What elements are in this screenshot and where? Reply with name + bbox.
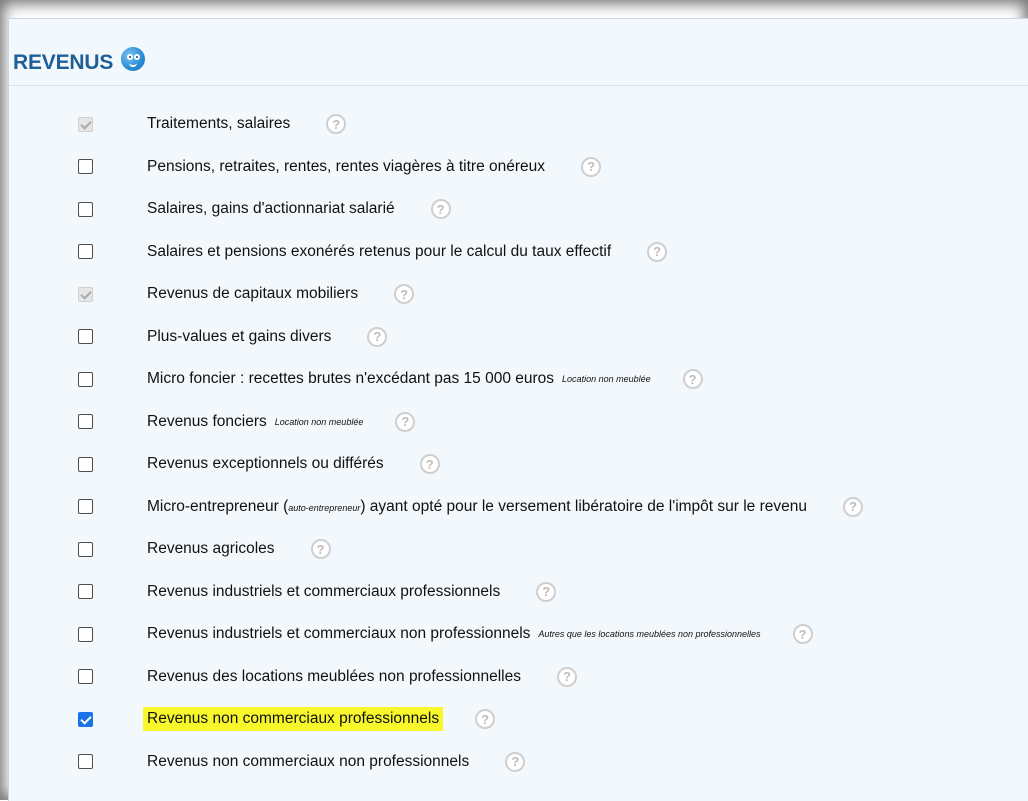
checkbox-unchecked[interactable] (78, 754, 93, 769)
checkbox-disabled-checked (78, 116, 93, 132)
help-icon[interactable]: ? (475, 709, 496, 729)
checkbox-disabled-checked (78, 286, 93, 302)
checkbox-unchecked[interactable] (78, 499, 93, 514)
help-icon[interactable]: ? (682, 369, 703, 389)
checkbox-label[interactable]: Revenus de capitaux mobiliers (143, 282, 362, 306)
checkbox-label[interactable]: Salaires, gains d'actionnariat salarié (143, 197, 399, 221)
checklist-row[interactable]: Salaires et pensions exonérés retenus po… (9, 238, 1028, 266)
label-note: Location non meublée (562, 374, 651, 384)
help-icon[interactable]: ? (556, 666, 577, 687)
checkbox-unchecked[interactable] (78, 414, 93, 429)
help-icon[interactable]: ? (536, 581, 557, 602)
checklist-row[interactable]: Revenus non commerciaux non professionne… (9, 748, 1028, 776)
row-label-group: Micro foncier : recettes brutes n'excéda… (143, 367, 703, 391)
label-note: Autres que les locations meublées non pr… (538, 629, 761, 639)
checkbox-label[interactable]: Traitements, salaires (143, 112, 294, 136)
help-icon[interactable]: ? (581, 156, 602, 177)
checkbox-label[interactable]: Revenus non commerciaux non professionne… (143, 750, 473, 774)
checkbox-label[interactable]: Revenus agricoles (143, 537, 279, 561)
row-label-group: Revenus fonciers Location non meublée? (143, 410, 416, 434)
help-icon[interactable]: ? (419, 454, 440, 474)
help-icon[interactable]: ? (505, 751, 526, 772)
revenus-panel: REVENUS Traitements, salaires? Pensions, … (8, 18, 1028, 801)
checklist-row[interactable]: Traitements, salaires? (9, 110, 1028, 138)
checkbox-label[interactable]: Revenus industriels et commerciaux profe… (143, 580, 504, 604)
window-frame: REVENUS Traitements, salaires? Pensions, … (0, 0, 1028, 801)
checkbox-unchecked[interactable] (78, 159, 93, 174)
label-part: ) ayant opté pour le versement libératoi… (360, 497, 808, 515)
checklist-row[interactable]: Revenus exceptionnels ou différés? (9, 450, 1028, 478)
checklist-row[interactable]: Revenus industriels et commerciaux non p… (9, 620, 1028, 648)
row-label-group: Revenus industriels et commerciaux profe… (143, 580, 557, 604)
help-icon[interactable]: ? (326, 114, 347, 134)
help-icon[interactable]: ? (430, 199, 451, 219)
row-label-group: Salaires, gains d'actionnariat salarié? (143, 197, 451, 221)
row-label-group: Plus-values et gains divers? (143, 325, 388, 349)
checkbox-unchecked[interactable] (78, 584, 93, 599)
row-label-group: Salaires et pensions exonérés retenus po… (143, 240, 668, 264)
row-label-group: Pensions, retraites, rentes, rentes viag… (143, 155, 602, 179)
row-label-group: Revenus industriels et commerciaux non p… (143, 622, 813, 646)
checkbox-unchecked[interactable] (78, 244, 93, 259)
checklist-row[interactable]: Revenus industriels et commerciaux profe… (9, 578, 1028, 606)
checklist-row[interactable]: Revenus des locations meublées non profe… (9, 663, 1028, 691)
checklist-row[interactable]: Micro-entrepreneur (auto-entrepreneur) a… (9, 493, 1028, 521)
row-label-group: Revenus non commerciaux professionnels? (143, 707, 496, 731)
checklist-row[interactable]: Revenus non commerciaux professionnels? (9, 705, 1028, 733)
row-label-group: Revenus non commerciaux non professionne… (143, 750, 526, 774)
checklist-row[interactable]: Revenus fonciers Location non meublée? (9, 408, 1028, 436)
row-label-group: Revenus exceptionnels ou différés? (143, 452, 440, 476)
checkbox-label[interactable]: Revenus fonciers (143, 410, 271, 434)
help-icon[interactable]: ? (843, 496, 864, 517)
checklist-row[interactable]: Salaires, gains d'actionnariat salarié? (9, 195, 1028, 223)
help-icon[interactable]: ? (367, 326, 388, 347)
checkbox-label[interactable]: Plus-values et gains divers (143, 325, 335, 349)
checkbox-unchecked[interactable] (78, 371, 93, 387)
row-label-group: Revenus des locations meublées non profe… (143, 665, 577, 689)
checkbox-unchecked[interactable] (78, 201, 93, 217)
row-label-group: Revenus agricoles? (143, 537, 331, 561)
checkbox-label[interactable]: Revenus non commerciaux professionnels (143, 707, 444, 731)
checkbox-unchecked[interactable] (78, 626, 93, 642)
checkbox-label[interactable]: Pensions, retraites, rentes, rentes viag… (143, 155, 549, 179)
help-icon[interactable]: ? (395, 411, 416, 432)
label-small-part: auto-entrepreneur (288, 502, 361, 513)
help-icon[interactable]: ? (647, 241, 668, 262)
row-label-group: Micro-entrepreneur (auto-entrepreneur) a… (143, 495, 864, 519)
checkbox-unchecked[interactable] (78, 456, 93, 472)
checkbox-label[interactable]: Micro-entrepreneur (auto-entrepreneur) a… (143, 495, 811, 519)
checkbox-unchecked[interactable] (78, 541, 93, 557)
help-icon[interactable]: ? (310, 539, 331, 559)
help-icon[interactable]: ? (792, 624, 813, 644)
checkbox-label[interactable]: Revenus exceptionnels ou différés (143, 452, 388, 476)
checklist-row[interactable]: Revenus de capitaux mobiliers? (9, 280, 1028, 308)
checkbox-label[interactable]: Salaires et pensions exonérés retenus po… (143, 240, 615, 264)
checkbox-unchecked[interactable] (78, 669, 93, 684)
checklist-row[interactable]: Plus-values et gains divers? (9, 323, 1028, 351)
label-part: Micro-entrepreneur ( (147, 497, 289, 515)
checklist-row[interactable]: Pensions, retraites, rentes, rentes viag… (9, 153, 1028, 181)
label-note: Location non meublée (274, 416, 364, 427)
checkbox-checked[interactable] (78, 711, 93, 727)
checklist-row[interactable]: Revenus agricoles? (9, 535, 1028, 563)
row-label-group: Revenus de capitaux mobiliers? (143, 282, 415, 306)
income-checklist: Traitements, salaires? Pensions, retraite… (9, 19, 1028, 801)
checklist-row[interactable]: Micro foncier : recettes brutes n'excéda… (9, 365, 1028, 393)
checkbox-label[interactable]: Revenus industriels et commerciaux non p… (143, 622, 534, 646)
help-icon[interactable]: ? (394, 284, 415, 304)
checkbox-label[interactable]: Revenus des locations meublées non profe… (143, 665, 525, 689)
row-label-group: Traitements, salaires? (143, 112, 347, 136)
checkbox-unchecked[interactable] (78, 329, 93, 344)
checkbox-label[interactable]: Micro foncier : recettes brutes n'excéda… (143, 367, 558, 391)
